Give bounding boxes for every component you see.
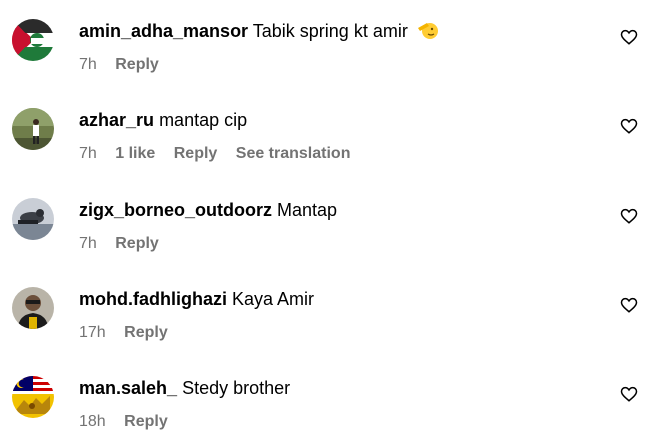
avatar[interactable] [12,108,54,150]
saluting-face-emoji-icon [417,20,439,46]
comment-text-line: amin_adha_mansor Tabik spring kt amir [79,19,439,46]
comment-text-line: zigx_borneo_outdoorz Mantap [79,198,337,222]
reply-button[interactable]: Reply [115,56,159,73]
comment-time: 7h [79,145,97,162]
comment-time: 7h [79,56,97,73]
comment-body: Kaya Amir [232,289,315,309]
comment-text-line: man.saleh_ Stedy brother [79,376,290,400]
comment-time: 7h [79,235,97,252]
comment-item: zigx_borneo_outdoorz Mantap 7h Reply [0,179,652,268]
heart-outline-icon[interactable] [620,207,640,227]
avatar-image [12,108,54,150]
comment-body: Tabik spring kt amir [252,21,408,41]
comment-body: Stedy brother [182,378,291,398]
comment-time: 17h [79,324,106,341]
comment-meta: 18h Reply [79,412,182,432]
heart-outline-icon[interactable] [620,385,640,405]
reply-button[interactable]: Reply [124,324,168,341]
avatar-image [12,287,54,329]
comment-meta: 7h 1 like Reply See translation [79,144,364,164]
comment-text-line: mohd.fadhlighazi Kaya Amir [79,287,314,311]
comment-item: man.saleh_ Stedy brother 18h Reply [0,357,652,446]
heart-outline-icon[interactable] [620,117,640,137]
comment-username[interactable]: man.saleh_ [79,378,177,398]
comment-meta: 7h Reply [79,55,173,75]
comment-username[interactable]: zigx_borneo_outdoorz [79,200,272,220]
comment-item: amin_adha_mansor Tabik spring kt amir 7h… [0,0,652,89]
see-translation-button[interactable]: See translation [236,145,351,162]
comment-username[interactable]: amin_adha_mansor [79,21,248,41]
avatar-image [12,198,54,240]
reply-button[interactable]: Reply [115,235,159,252]
avatar[interactable] [12,198,54,240]
avatar[interactable] [12,287,54,329]
comment-username[interactable]: mohd.fadhlighazi [79,289,227,309]
heart-outline-icon[interactable] [620,28,640,48]
avatar[interactable] [12,376,54,418]
comment-meta: 17h Reply [79,323,182,343]
comment-username[interactable]: azhar_ru [79,110,154,130]
comment-time: 18h [79,413,106,430]
reply-button[interactable]: Reply [124,413,168,430]
comment-item: azhar_ru mantap cip 7h 1 like Reply See … [0,89,652,178]
comment-body: mantap cip [159,110,248,130]
reply-button[interactable]: Reply [174,145,218,162]
heart-outline-icon[interactable] [620,296,640,316]
comment-meta: 7h Reply [79,234,173,254]
avatar[interactable] [12,19,54,61]
avatar-image [12,19,54,61]
avatar-image [12,376,54,418]
comment-item: mohd.fadhlighazi Kaya Amir 17h Reply [0,268,652,357]
comment-body: Mantap [277,200,338,220]
comment-text-line: azhar_ru mantap cip [79,108,247,132]
likes-count-link[interactable]: 1 like [115,145,155,162]
